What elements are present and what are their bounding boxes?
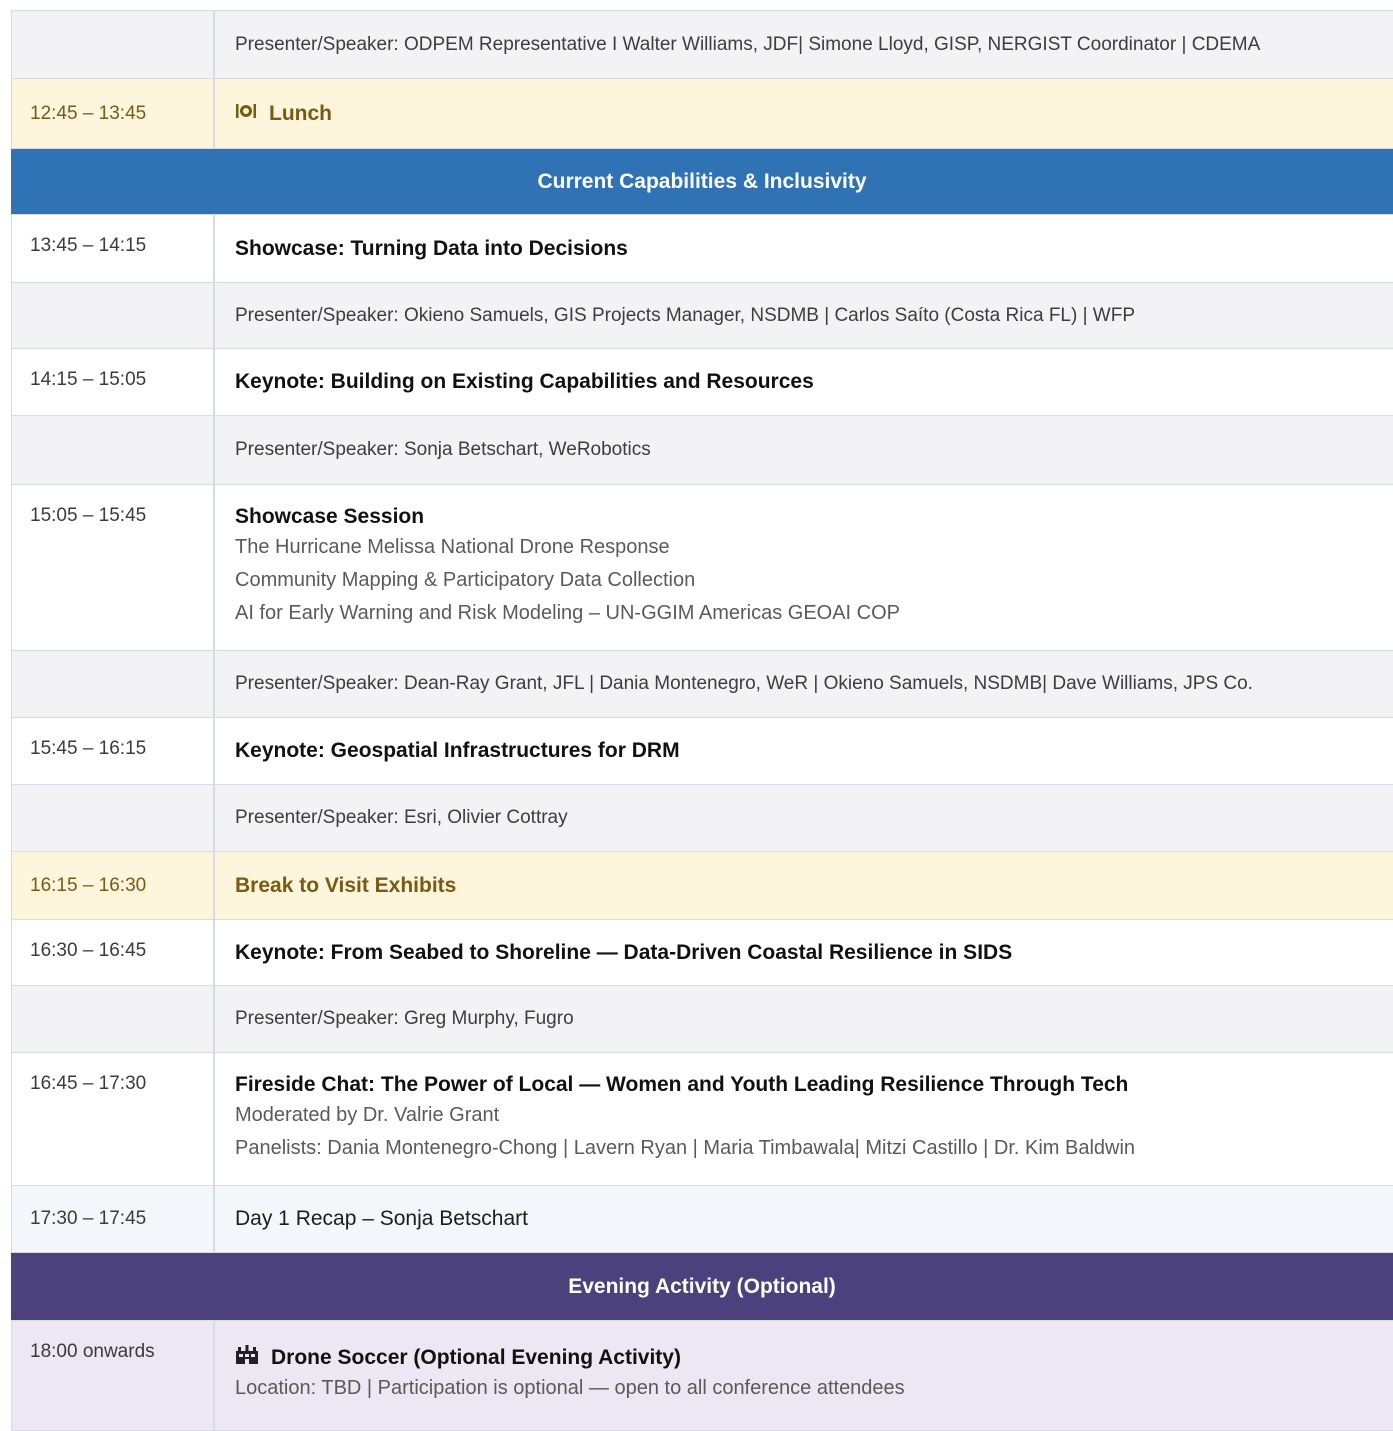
break-row: 16:15 – 16:30 Break to Visit Exhibits [11,852,1393,920]
content-cell: Keynote: Building on Existing Capabiliti… [215,349,1393,415]
recap-row: 17:30 – 17:45 Day 1 Recap – Sonja Betsch… [11,1186,1393,1253]
presenter-row: Presenter/Speaker: Greg Murphy, Fugro [11,986,1393,1053]
time-cell: 16:30 – 16:45 [12,920,215,985]
time-cell [12,986,215,1052]
section-header: Current Capabilities & Inclusivity [11,149,1393,215]
time-cell [12,416,215,484]
content-cell: Presenter/Speaker: Okieno Samuels, GIS P… [215,283,1393,348]
session-title: Drone Soccer (Optional Evening Activity) [271,1345,681,1369]
content-cell: Drone Soccer (Optional Evening Activity)… [215,1321,1393,1430]
content-cell: Keynote: Geospatial Infrastructures for … [215,718,1393,784]
session-row: 15:45 – 16:15 Keynote: Geospatial Infras… [11,718,1393,785]
content-cell: Presenter/Speaker: Sonja Betschart, WeRo… [215,416,1393,484]
utensils-icon [235,103,257,124]
content-cell: Presenter/Speaker: ODPEM Representative … [215,11,1393,78]
presenter-text: Presenter/Speaker: Sonja Betschart, WeRo… [235,439,651,460]
agenda-table: Presenter/Speaker: ODPEM Representative … [11,10,1393,1431]
time-cell [12,651,215,717]
content-cell: Day 1 Recap – Sonja Betschart [215,1186,1393,1252]
presenter-text: Presenter/Speaker: Dean-Ray Grant, JFL |… [235,673,1253,694]
time-cell: 16:15 – 16:30 [12,852,215,919]
session-title: Break to Visit Exhibits [235,873,457,897]
session-row: 13:45 – 14:15 Showcase: Turning Data int… [11,215,1393,283]
session-row: 16:45 – 17:30 Fireside Chat: The Power o… [11,1053,1393,1186]
session-detail: The Hurricane Melissa National Drone Res… [235,536,670,558]
time-cell [12,11,215,78]
content-cell: Showcase: Turning Data into Decisions [215,215,1393,282]
session-detail: Community Mapping & Participatory Data C… [235,569,696,591]
time-cell: 17:30 – 17:45 [12,1186,215,1252]
presenter-row: Presenter/Speaker: Esri, Olivier Cottray [11,785,1393,852]
content-cell: Lunch [215,79,1393,148]
session-detail: Moderated by Dr. Valrie Grant [235,1104,500,1126]
stadium-icon [235,1345,259,1370]
session-detail: Location: TBD | Participation is optiona… [235,1377,905,1399]
lunch-row: 12:45 – 13:45 Lunch [11,79,1393,149]
session-title: Showcase Session [235,505,425,528]
presenter-text: Presenter/Speaker: ODPEM Representative … [235,33,1261,55]
presenter-text: Presenter/Speaker: Greg Murphy, Fugro [235,1008,574,1029]
content-cell: Presenter/Speaker: Greg Murphy, Fugro [215,986,1393,1052]
session-title: Keynote: From Seabed to Shoreline — Data… [235,940,1013,964]
time-cell: 12:45 – 13:45 [12,79,215,148]
content-cell: Showcase Session The Hurricane Melissa N… [215,485,1393,650]
time-cell: 18:00 onwards [12,1321,215,1430]
presenter-row: Presenter/Speaker: Okieno Samuels, GIS P… [11,283,1393,349]
time-cell: 13:45 – 14:15 [12,215,215,282]
presenter-row: Presenter/Speaker: ODPEM Representative … [11,11,1393,79]
session-title: Keynote: Building on Existing Capabiliti… [235,370,814,393]
session-title: Keynote: Geospatial Infrastructures for … [235,739,680,762]
time-cell: 15:45 – 16:15 [12,718,215,784]
recap-text: Day 1 Recap – Sonja Betschart [235,1207,528,1230]
session-title: Showcase: Turning Data into Decisions [235,236,628,260]
session-row: 16:30 – 16:45 Keynote: From Seabed to Sh… [11,920,1393,986]
content-cell: Break to Visit Exhibits [215,852,1393,919]
evening-row: 18:00 onwards Drone Soccer (Optional Eve… [11,1321,1393,1431]
content-cell: Presenter/Speaker: Dean-Ray Grant, JFL |… [215,651,1393,717]
presenter-row: Presenter/Speaker: Dean-Ray Grant, JFL |… [11,651,1393,718]
time-cell: 15:05 – 15:45 [12,485,215,650]
time-cell: 16:45 – 17:30 [12,1053,215,1185]
session-detail: Panelists: Dania Montenegro-Chong | Lave… [235,1137,1136,1159]
session-detail: AI for Early Warning and Risk Modeling –… [235,602,901,624]
session-title: Lunch [269,101,332,125]
session-row: 14:15 – 15:05 Keynote: Building on Exist… [11,349,1393,416]
presenter-row: Presenter/Speaker: Sonja Betschart, WeRo… [11,416,1393,485]
time-cell: 14:15 – 15:05 [12,349,215,415]
presenter-text: Presenter/Speaker: Esri, Olivier Cottray [235,807,568,828]
session-title: Fireside Chat: The Power of Local — Wome… [235,1073,1129,1096]
section-header: Evening Activity (Optional) [11,1253,1393,1321]
session-row: 15:05 – 15:45 Showcase Session The Hurri… [11,485,1393,651]
content-cell: Presenter/Speaker: Esri, Olivier Cottray [215,785,1393,851]
content-cell: Fireside Chat: The Power of Local — Wome… [215,1053,1393,1185]
time-cell [12,283,215,348]
presenter-text: Presenter/Speaker: Okieno Samuels, GIS P… [235,304,1136,326]
content-cell: Keynote: From Seabed to Shoreline — Data… [215,920,1393,985]
time-cell [12,785,215,851]
